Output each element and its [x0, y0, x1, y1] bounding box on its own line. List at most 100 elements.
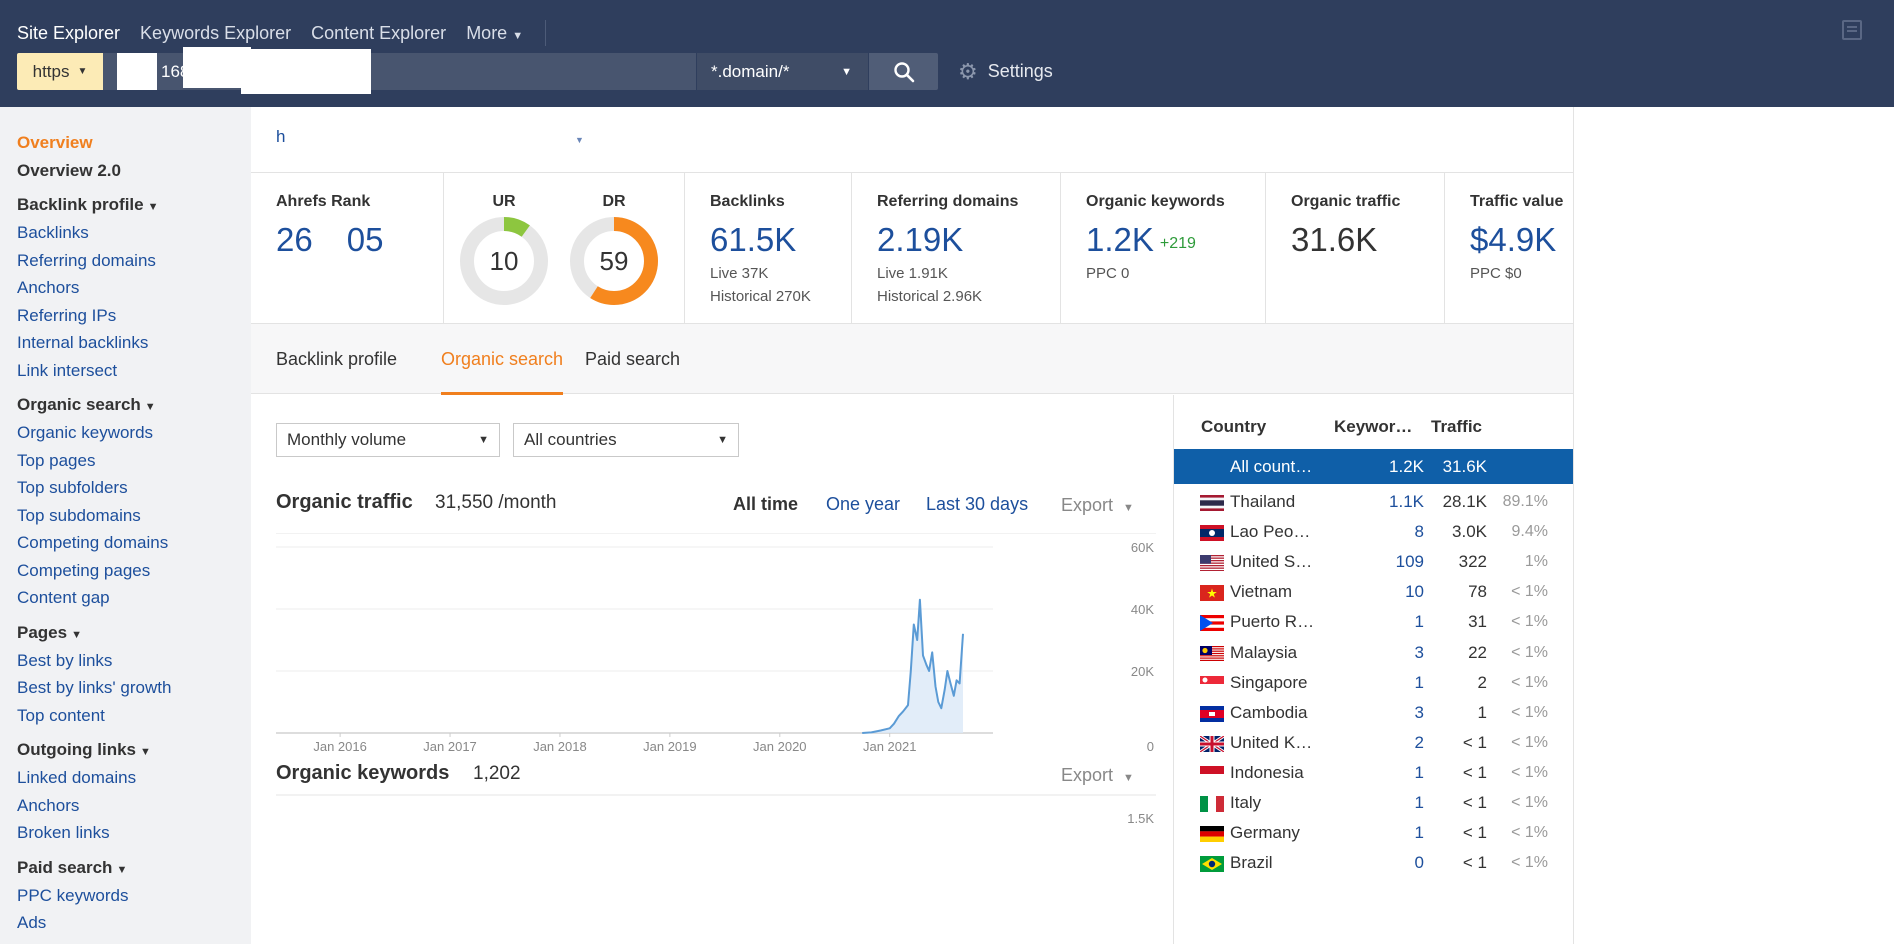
countries-select-value: All countries	[524, 430, 617, 449]
sidebar-item-anchors[interactable]: Anchors	[17, 274, 251, 302]
sidebar-item-internal-backlinks[interactable]: Internal backlinks	[17, 329, 251, 357]
chevron-down-icon: ▼	[717, 434, 728, 446]
sidebar-item-competing-domains[interactable]: Competing domains	[17, 529, 251, 557]
sidebar-item-outgoing-anchors[interactable]: Anchors	[17, 792, 251, 820]
search-button[interactable]	[868, 53, 938, 90]
sidebar-item-top-subfolders[interactable]: Top subfolders	[17, 474, 251, 502]
y-tick-label: 0	[1147, 739, 1154, 754]
metric-value[interactable]: 1.2K +219	[1086, 221, 1265, 259]
country-traffic: < 1	[1462, 853, 1487, 873]
header-keywords[interactable]: Keywor…	[1334, 417, 1412, 437]
metric-sub-historical: Historical 2.96K	[877, 288, 983, 305]
ur-gauge-ring: 10	[460, 217, 548, 305]
header-country[interactable]: Country	[1201, 417, 1266, 437]
sidebar-item-top-subdomains[interactable]: Top subdomains	[17, 502, 251, 530]
sidebar-item-top-pages[interactable]: Top pages	[17, 447, 251, 475]
x-tick-label: Jan 2017	[423, 739, 477, 754]
x-tick-label: Jan 2021	[863, 739, 917, 754]
range-one-year[interactable]: One year	[826, 494, 900, 515]
sidebar-item-overview-2[interactable]: Overview 2.0	[17, 157, 251, 185]
tab-backlink-profile[interactable]: Backlink profile	[276, 324, 397, 394]
sidebar-item-linked-domains[interactable]: Linked domains	[17, 764, 251, 792]
export-button[interactable]: Export ▼	[1061, 765, 1134, 786]
chevron-down-icon[interactable]: ▼	[575, 135, 584, 145]
tab-organic-search[interactable]: Organic search	[441, 324, 564, 395]
top-nav: Site Explorer Keywords Explorer Content …	[17, 20, 547, 46]
export-button[interactable]: Export ▼	[1061, 495, 1134, 516]
redaction-block	[241, 49, 371, 94]
sidebar-item-ads[interactable]: Ads	[17, 909, 251, 937]
sidebar-item-content-gap[interactable]: Content gap	[17, 584, 251, 612]
metric-value[interactable]: 26 05	[276, 221, 443, 259]
tab-paid-search[interactable]: Paid search	[585, 324, 680, 394]
sidebar-item-overview[interactable]: Overview	[17, 129, 251, 157]
country-name: Brazil	[1230, 853, 1273, 873]
metric-value[interactable]: 31.6K	[1291, 221, 1444, 259]
metric-ur-dr: UR 10 DR 59	[444, 173, 685, 323]
country-row[interactable]: Brazil 0 < 1 < 1%	[1174, 845, 1574, 880]
sidebar-item-broken-links[interactable]: Broken links	[17, 819, 251, 847]
notes-icon[interactable]	[1842, 20, 1862, 40]
sidebar-item-link-intersect[interactable]: Link intersect	[17, 357, 251, 385]
target-url[interactable]: h	[276, 127, 285, 147]
sidebar-group-outgoing-links[interactable]: Outgoing links ▼	[17, 736, 251, 764]
header-traffic[interactable]: Traffic	[1431, 417, 1482, 437]
metric-referring-domains: Referring domains 2.19K Live 1.91K Histo…	[852, 173, 1061, 323]
dr-gauge[interactable]: DR 59	[566, 193, 662, 307]
metric-value[interactable]: $4.9K	[1470, 221, 1573, 259]
metric-value[interactable]: 61.5K	[710, 221, 851, 259]
protocol-select[interactable]: https ▼	[17, 53, 103, 90]
metric-sub-ppc: PPC $0	[1470, 265, 1522, 282]
volume-select-value: Monthly volume	[287, 430, 407, 449]
sidebar-item-organic-keywords[interactable]: Organic keywords	[17, 419, 251, 447]
nav-keywords-explorer[interactable]: Keywords Explorer	[140, 23, 291, 44]
sidebar-item-ppc-keywords[interactable]: PPC keywords	[17, 882, 251, 910]
scope-mode-select[interactable]: *.domain/* ▼	[696, 53, 868, 90]
countries-select[interactable]: All countries ▼	[513, 423, 739, 457]
chevron-down-icon: ▼	[478, 434, 489, 446]
sidebar: Overview Overview 2.0 Backlink profile ▼ …	[0, 107, 251, 944]
flag-brazil-icon	[1200, 856, 1224, 873]
sidebar-group-pages[interactable]: Pages ▼	[17, 619, 251, 647]
settings-button[interactable]: ⚙ Settings	[958, 59, 1053, 85]
volume-select[interactable]: Monthly volume ▼	[276, 423, 500, 457]
sidebar-item-referring-domains[interactable]: Referring domains	[17, 247, 251, 275]
metric-value[interactable]: 2.19K	[877, 221, 1060, 259]
country-row[interactable]: All count… 1.2K 31.6K	[1174, 449, 1574, 484]
sidebar-item-referring-ips[interactable]: Referring IPs	[17, 302, 251, 330]
organic-keywords-chart[interactable]: 1.5K	[276, 793, 1156, 943]
y-tick-label: 60K	[1131, 540, 1154, 555]
chevron-down-icon: ▼	[77, 66, 88, 77]
flag-laos-icon	[1200, 525, 1224, 542]
country-keywords[interactable]: 0	[1415, 845, 1424, 880]
organic-traffic-chart[interactable]: 60K 40K 20K 0 Jan 2016 Jan 2017 Jan 2018 Jan 20…	[276, 533, 1156, 773]
sidebar-item-top-content[interactable]: Top content	[17, 702, 251, 730]
range-all-time[interactable]: All time	[733, 494, 798, 515]
nav-more[interactable]: More ▼	[466, 23, 523, 44]
sidebar-group-organic-search[interactable]: Organic search ▼	[17, 391, 251, 419]
sidebar-item-best-by-links-growth[interactable]: Best by links' growth	[17, 674, 251, 702]
gear-icon: ⚙	[958, 58, 978, 84]
metric-label: UR	[492, 193, 516, 210]
organic-keywords-value: 1.2K	[1086, 221, 1154, 258]
sidebar-group-backlink-profile[interactable]: Backlink profile ▼	[17, 191, 251, 219]
sidebar-item-backlinks[interactable]: Backlinks	[17, 219, 251, 247]
sidebar-group-label: Outgoing links	[17, 740, 136, 759]
metric-organic-traffic: Organic traffic 31.6K	[1266, 173, 1445, 323]
ur-gauge[interactable]: UR 10	[456, 193, 552, 307]
chevron-down-icon: ▼	[512, 29, 524, 42]
chevron-down-icon: ▼	[147, 201, 159, 213]
organic-overview: Monthly volume ▼ All countries ▼ Organic t…	[251, 395, 1173, 944]
nav-site-explorer[interactable]: Site Explorer	[17, 23, 120, 44]
sidebar-item-best-by-links[interactable]: Best by links	[17, 647, 251, 675]
nav-content-explorer[interactable]: Content Explorer	[311, 23, 446, 44]
export-label: Export	[1061, 765, 1114, 785]
flag-puerto-rico-icon	[1200, 615, 1224, 632]
sidebar-item-competing-pages[interactable]: Competing pages	[17, 557, 251, 585]
traffic-area	[862, 599, 963, 733]
sidebar-group-paid-search[interactable]: Paid search ▼	[17, 854, 251, 882]
country-keywords[interactable]: 1.2K	[1389, 449, 1424, 484]
range-last-30-days[interactable]: Last 30 days	[926, 494, 1028, 515]
metric-label: Organic traffic	[1291, 193, 1401, 210]
metric-sub-live: Live 37K	[710, 265, 769, 282]
